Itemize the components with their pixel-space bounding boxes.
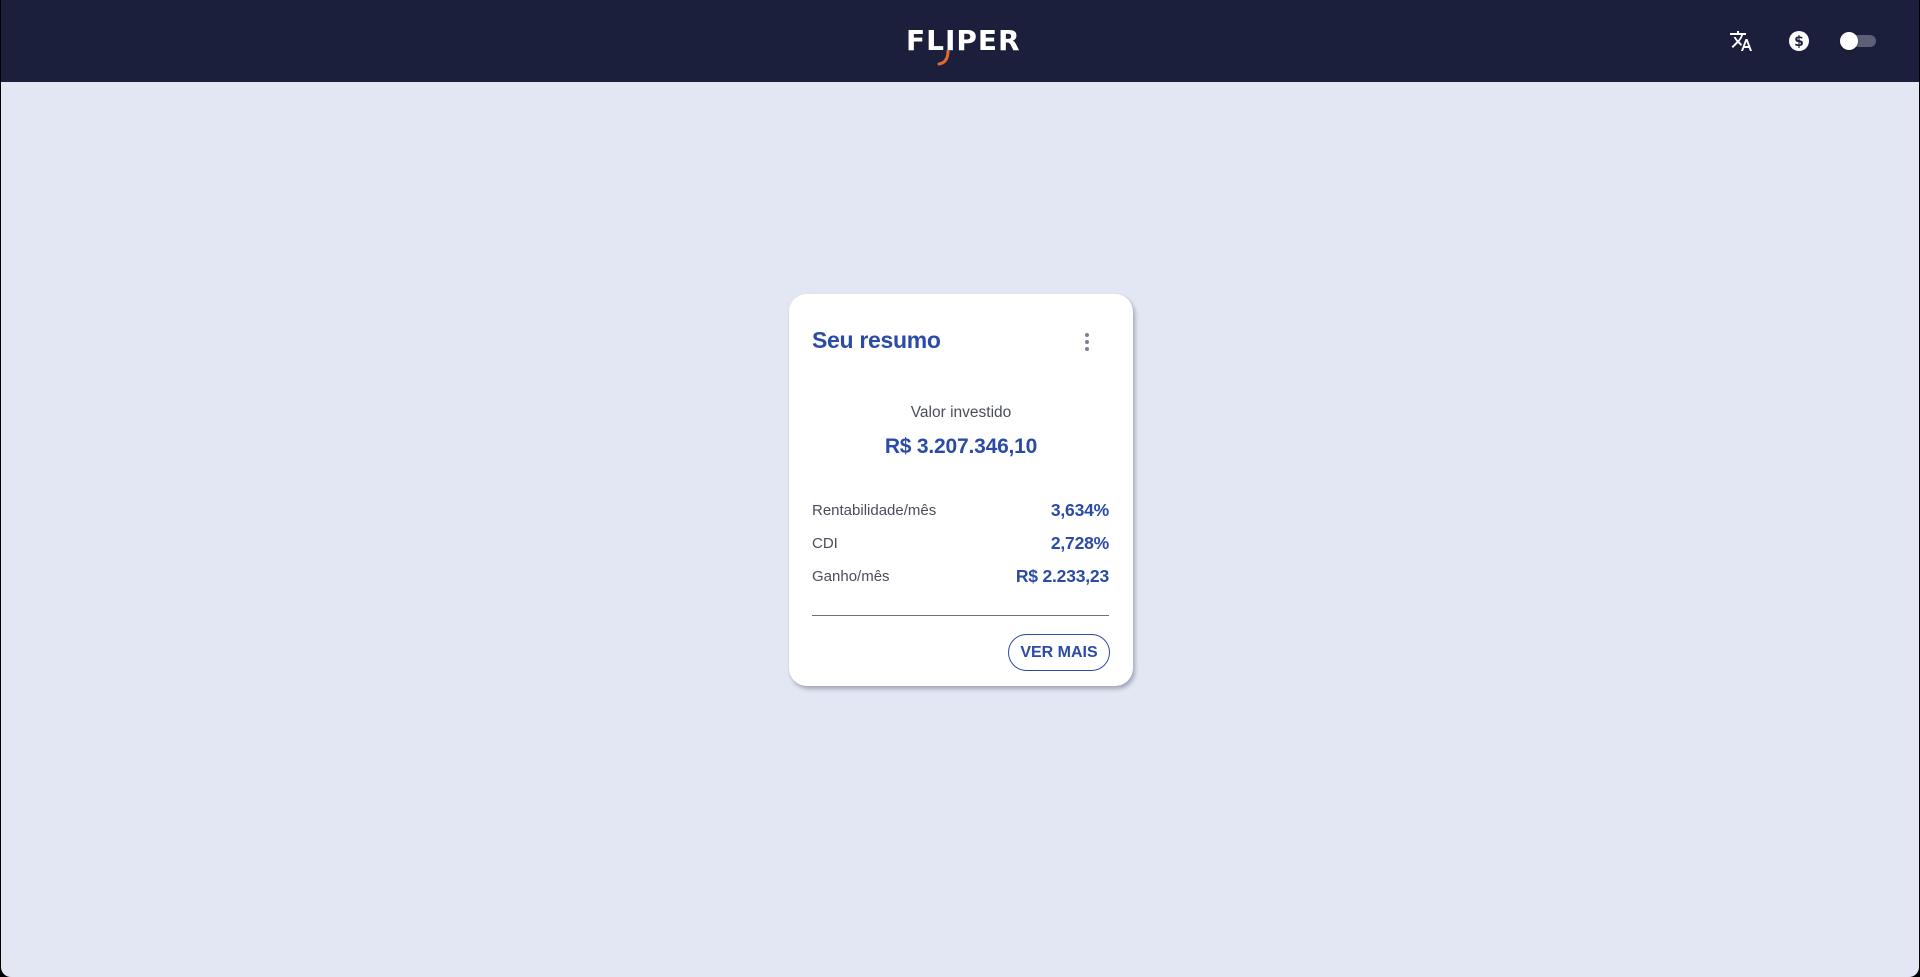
kebab-dot (1085, 340, 1089, 344)
invested-value: R$ 3.207.346,10 (884, 435, 1038, 458)
kebab-dot (1085, 333, 1089, 337)
stat-value: 3,634% (1050, 500, 1109, 520)
stat-row-rentabilidade: Rentabilidade/mês 3,634% (812, 500, 1109, 522)
stat-value: R$ 2.233,23 (1015, 566, 1109, 586)
fliper-logo[interactable]: FLIPER (906, 24, 1021, 68)
app-window: FLIPER $ Seu resumo Valor investido R$ 3… (1, 0, 1919, 977)
theme-toggle[interactable] (1840, 32, 1878, 50)
logo-text: FLIPER (906, 24, 1021, 57)
summary-card: Seu resumo Valor investido R$ 3.207.346,… (789, 294, 1133, 686)
stat-label: CDI (812, 535, 838, 552)
stat-row-cdi: CDI 2,728% (812, 533, 1109, 555)
stat-row-ganho: Ganho/mês R$ 2.233,23 (812, 566, 1109, 588)
stat-label: Ganho/mês (812, 568, 890, 585)
top-navbar: FLIPER $ (1, 0, 1919, 82)
more-options-icon[interactable] (1080, 332, 1094, 354)
invested-label: Valor investido (910, 404, 1012, 421)
translate-icon[interactable] (1728, 28, 1754, 54)
card-divider (812, 615, 1109, 616)
ver-mais-button[interactable]: VER MAIS (1008, 634, 1110, 671)
stat-label: Rentabilidade/mês (812, 502, 937, 519)
logo-swoosh-icon (937, 50, 950, 66)
currency-icon[interactable]: $ (1786, 28, 1812, 54)
card-title: Seu resumo (812, 327, 941, 353)
toggle-thumb (1840, 32, 1858, 50)
stat-value: 2,728% (1050, 533, 1109, 553)
svg-text:$: $ (1794, 34, 1804, 50)
kebab-dot (1085, 347, 1089, 351)
